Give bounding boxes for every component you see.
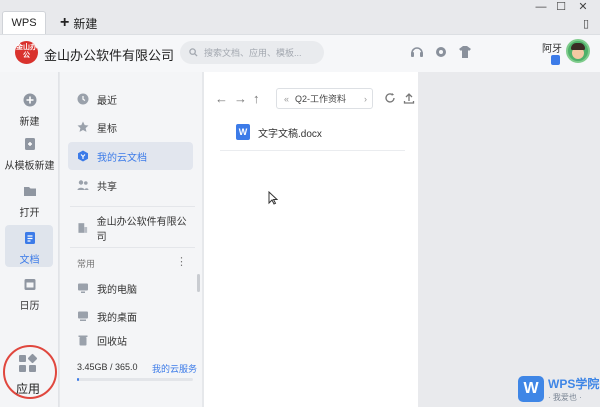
sidebar-item-label: 我的桌面 [97, 312, 137, 324]
nav-new[interactable]: 新建 [0, 93, 59, 128]
sidebar-scrollbar[interactable] [197, 274, 200, 292]
storage-progress-fill [77, 378, 79, 381]
star-icon [77, 121, 89, 132]
document-icon [24, 232, 35, 244]
sidebar-item-recycle-bin[interactable]: 回收站 [68, 326, 193, 354]
search-icon [189, 48, 198, 57]
sidebar-item-label: 星标 [97, 123, 117, 135]
clock-icon [77, 93, 89, 105]
search-placeholder: 搜索文档、应用、模板... [204, 48, 302, 58]
sidebar-item-cloud-docs[interactable]: 我的云文档 [68, 142, 193, 170]
minimize-icon[interactable]: — [532, 0, 550, 14]
chevron-right-icon: › [364, 93, 367, 104]
nav-docs[interactable]: 文档 [0, 231, 59, 266]
maximize-icon[interactable]: ☐ [552, 0, 570, 14]
nav-calendar-label: 日历 [19, 301, 40, 312]
word-icon: W [236, 124, 250, 140]
nav-open-label: 打开 [19, 208, 40, 219]
desktop-icon [78, 311, 88, 321]
sidebar-item-org[interactable]: 金山办公软件有限公司 [68, 214, 193, 243]
trash-icon [78, 335, 88, 346]
sidebar-item-recent[interactable]: 最近 [68, 85, 193, 113]
sidebar-item-label: 共享 [97, 181, 117, 193]
new-tab-button[interactable]: + 新建 [60, 14, 97, 32]
user-name[interactable]: 阿牙 [542, 40, 562, 55]
forward-arrow-icon[interactable]: → [234, 91, 247, 106]
headset-icon[interactable] [410, 45, 424, 59]
file-name: 文字文稿.docx [258, 128, 322, 140]
building-icon [78, 223, 88, 233]
panel-icon[interactable]: ▯ [577, 17, 595, 31]
tab-wps[interactable]: WPS [2, 11, 46, 34]
sidebar-item-label: 我的云文档 [97, 152, 147, 164]
sidebar-item-my-computer[interactable]: 我的电脑 [68, 274, 193, 302]
company-logo: 金山办公 [15, 41, 38, 64]
nav-calendar[interactable]: 日历 [0, 277, 59, 312]
apps-label[interactable]: 应用 [16, 380, 40, 397]
watermark-subtitle: · 我爱也 · [548, 393, 582, 402]
template-icon [24, 138, 35, 150]
gear-icon[interactable] [434, 45, 448, 59]
upload-icon[interactable] [403, 92, 415, 104]
computer-icon [78, 283, 88, 293]
share-icon [77, 180, 89, 190]
close-icon[interactable]: ✕ [574, 0, 592, 14]
up-arrow-icon[interactable]: ↑ [253, 91, 260, 106]
right-panel [418, 72, 600, 407]
back-arrow-icon[interactable]: ← [215, 91, 228, 106]
apps-grid-icon[interactable] [19, 353, 38, 373]
refresh-icon[interactable] [384, 92, 396, 104]
chevron-left-icon: « [284, 93, 290, 104]
wps-academy-logo: W [518, 376, 544, 402]
breadcrumb[interactable]: « Q2-工作资料 › [276, 88, 373, 109]
search-input[interactable]: 搜索文档、应用、模板... [180, 41, 324, 64]
file-row-divider [220, 150, 405, 151]
watermark: W WPS学院 · 我爱也 · [518, 375, 599, 403]
common-section-label: 常用 [77, 259, 96, 269]
plus-circle-icon [23, 93, 36, 107]
sidebar-item-label: 回收站 [97, 336, 127, 348]
nav-docs-label: 文档 [19, 255, 40, 266]
nav-open[interactable]: 打开 [0, 184, 59, 219]
mouse-cursor-icon [268, 191, 278, 205]
company-name[interactable]: 金山办公软件有限公司 [44, 45, 174, 64]
avatar[interactable] [566, 39, 590, 63]
calendar-icon [24, 279, 35, 290]
sidebar-divider [70, 247, 195, 248]
folder-icon [23, 187, 36, 196]
member-badge-icon [551, 55, 560, 65]
nav-new-label: 新建 [19, 117, 40, 128]
storage-progress-track [77, 378, 193, 381]
sidebar-item-shared[interactable]: 共享 [68, 171, 193, 199]
breadcrumb-current: Q2-工作资料 [295, 94, 347, 104]
shirt-icon[interactable] [458, 45, 472, 59]
sidebar-item-starred[interactable]: 星标 [68, 113, 193, 141]
storage-usage-text: 3.45GB / 365.0 [77, 362, 138, 372]
sidebar-org-label: 金山办公软件有限公司 [96, 217, 187, 243]
nav-template[interactable]: 从模板新建 [0, 137, 59, 172]
plus-icon: + [60, 14, 70, 31]
cloud-doc-icon [78, 150, 88, 162]
sidebar-item-label: 我的电脑 [97, 284, 137, 296]
sidebar-item-label: 最近 [97, 95, 117, 107]
nav-template-label: 从模板新建 [4, 161, 55, 172]
file-item[interactable]: W 文字文稿.docx [236, 124, 322, 140]
more-options-icon[interactable]: ⋮ [176, 255, 187, 268]
watermark-title: WPS学院 [548, 377, 600, 391]
file-browser [204, 72, 418, 407]
sidebar-divider [70, 206, 195, 207]
new-tab-label: 新建 [73, 16, 98, 31]
cloud-service-link[interactable]: 我的云服务 [152, 362, 197, 375]
